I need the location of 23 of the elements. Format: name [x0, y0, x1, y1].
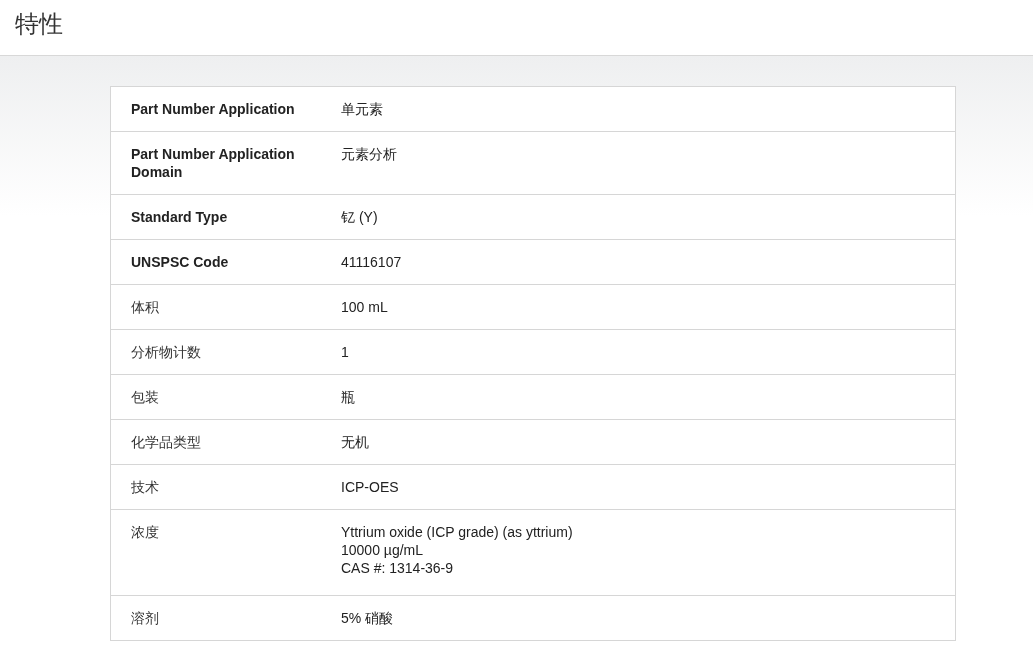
property-name: 包装 — [131, 388, 160, 406]
property-value: 钇 (Y) — [341, 208, 379, 226]
section-title: 特性 — [15, 9, 63, 39]
property-value: 1 — [341, 343, 350, 361]
property-value: ICP-OES — [341, 478, 400, 496]
property-name: 溶剂 — [131, 609, 160, 627]
property-value: 100 mL — [341, 298, 389, 316]
property-value: 瓶 — [341, 388, 356, 406]
property-name: 体积 — [131, 298, 160, 316]
property-value: 5% 硝酸 — [341, 609, 395, 627]
property-name: 化学品类型 — [131, 433, 202, 451]
property-name: UNSPSC Code — [131, 253, 230, 271]
property-value: 元素分析 — [341, 145, 398, 164]
property-name: 技术 — [131, 478, 160, 496]
property-value: 无机 — [341, 433, 370, 451]
property-value: Yttrium oxide (ICP grade) (as yttrium) 10000 µg/mL CAS #: 1314-36-9 — [341, 523, 574, 577]
property-name: Standard Type — [131, 208, 229, 226]
property-name: 浓度 — [131, 523, 160, 542]
property-name: Part Number Application Domain — [131, 145, 296, 181]
property-name: 分析物计数 — [131, 343, 202, 361]
property-name: Part Number Application — [131, 100, 296, 118]
property-value: 41116107 — [341, 253, 403, 271]
property-value: 单元素 — [341, 100, 384, 118]
